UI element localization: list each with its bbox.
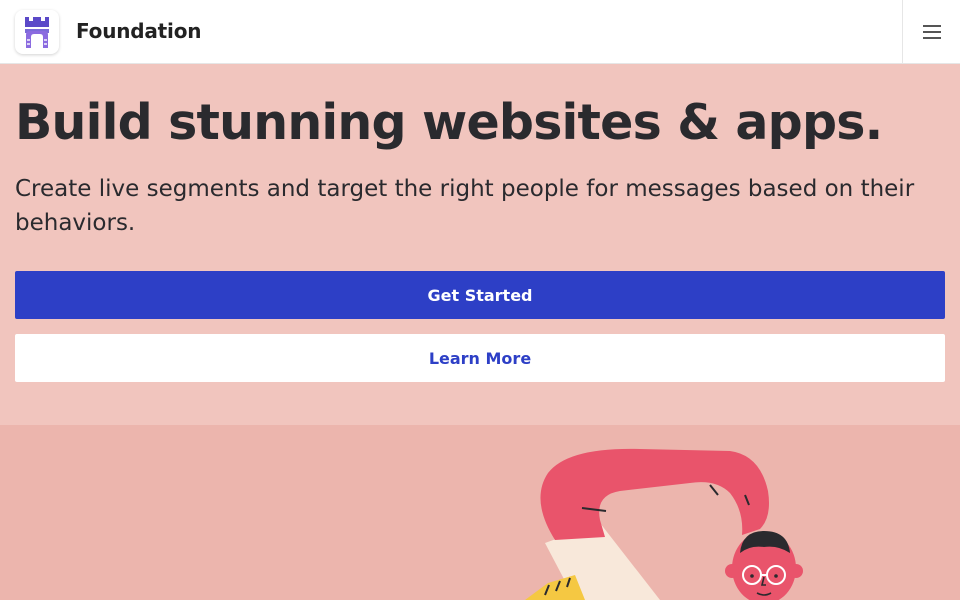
castle-gate-icon (25, 17, 49, 48)
hero-section: Build stunning websites & apps. Create l… (0, 64, 960, 425)
learn-more-button[interactable]: Learn More (15, 334, 945, 382)
person-stretching-illustration (525, 448, 803, 600)
hero-headline: Build stunning websites & apps. (15, 94, 883, 151)
hero-subtitle: Create live segments and target the righ… (15, 176, 915, 236)
logo[interactable] (15, 10, 59, 54)
get-started-button[interactable]: Get Started (15, 271, 945, 319)
menu-button[interactable] (902, 0, 960, 64)
hamburger-menu-icon (922, 25, 941, 39)
brand-name[interactable]: Foundation (76, 19, 201, 43)
top-navigation-bar: Foundation (0, 0, 960, 64)
illustration-section (0, 425, 960, 600)
